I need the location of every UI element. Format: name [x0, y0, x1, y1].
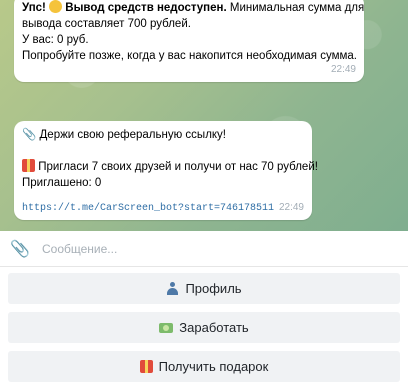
- referral-link[interactable]: https://t.me/CarScreen_bot?start=7461785…: [22, 203, 274, 214]
- message-line: 📎 Держи свою реферальную ссылку!: [22, 127, 304, 143]
- profile-button-label: Профиль: [185, 281, 242, 296]
- message-text: Пригласи 7 своих друзей и получи от нас …: [35, 161, 318, 173]
- message-line: У вас: 0 руб.: [22, 34, 89, 46]
- message-line: вывода составляет 700 рублей.: [22, 18, 191, 30]
- message-text: Держи свою реферальную ссылку!: [36, 129, 227, 141]
- message-input[interactable]: Сообщение...: [42, 242, 117, 256]
- message-bubble: 📎 Держи свою реферальную ссылку! Приглас…: [14, 121, 318, 220]
- message-timestamp: 22:49: [278, 202, 304, 213]
- gift-icon: [139, 360, 153, 373]
- message-line: Приглашено: 0: [22, 177, 102, 189]
- message-line: Упс! Вывод средств недоступен. Минимальн…: [22, 0, 364, 16]
- chat-background: Упс! Вывод средств недоступен. Минимальн…: [0, 0, 408, 231]
- message-line: Пригласи 7 своих друзей и получи от нас …: [22, 159, 318, 175]
- earn-button-label: Заработать: [179, 320, 249, 335]
- attach-icon[interactable]: 📎: [10, 239, 30, 259]
- get-gift-button[interactable]: Получить подарок: [8, 351, 400, 382]
- gift-icon: [22, 159, 35, 172]
- earn-button[interactable]: Заработать: [8, 312, 400, 343]
- message-timestamp: 22:49: [330, 64, 356, 75]
- message-line: https://t.me/CarScreen_bot?start=7461785…: [22, 199, 304, 217]
- message-composer: 📎 Сообщение...: [0, 231, 408, 267]
- paperclip-icon: 📎: [22, 129, 37, 141]
- message-bubble: Упс! Вывод средств недоступен. Минимальн…: [14, 0, 364, 82]
- message-line: [22, 143, 304, 159]
- profile-button[interactable]: Профиль: [8, 273, 400, 304]
- message-bold-text: Вывод средств недоступен.: [62, 2, 227, 14]
- person-icon: [166, 282, 179, 295]
- message-text: Минимальная сумма для: [226, 2, 365, 14]
- smile-emoji-icon: [49, 0, 63, 13]
- money-icon: [159, 322, 174, 333]
- get-gift-button-label: Получить подарок: [158, 359, 269, 374]
- message-bold-text: Упс!: [22, 2, 50, 14]
- message-line: Попробуйте позже, когда у вас накопится …: [22, 50, 357, 62]
